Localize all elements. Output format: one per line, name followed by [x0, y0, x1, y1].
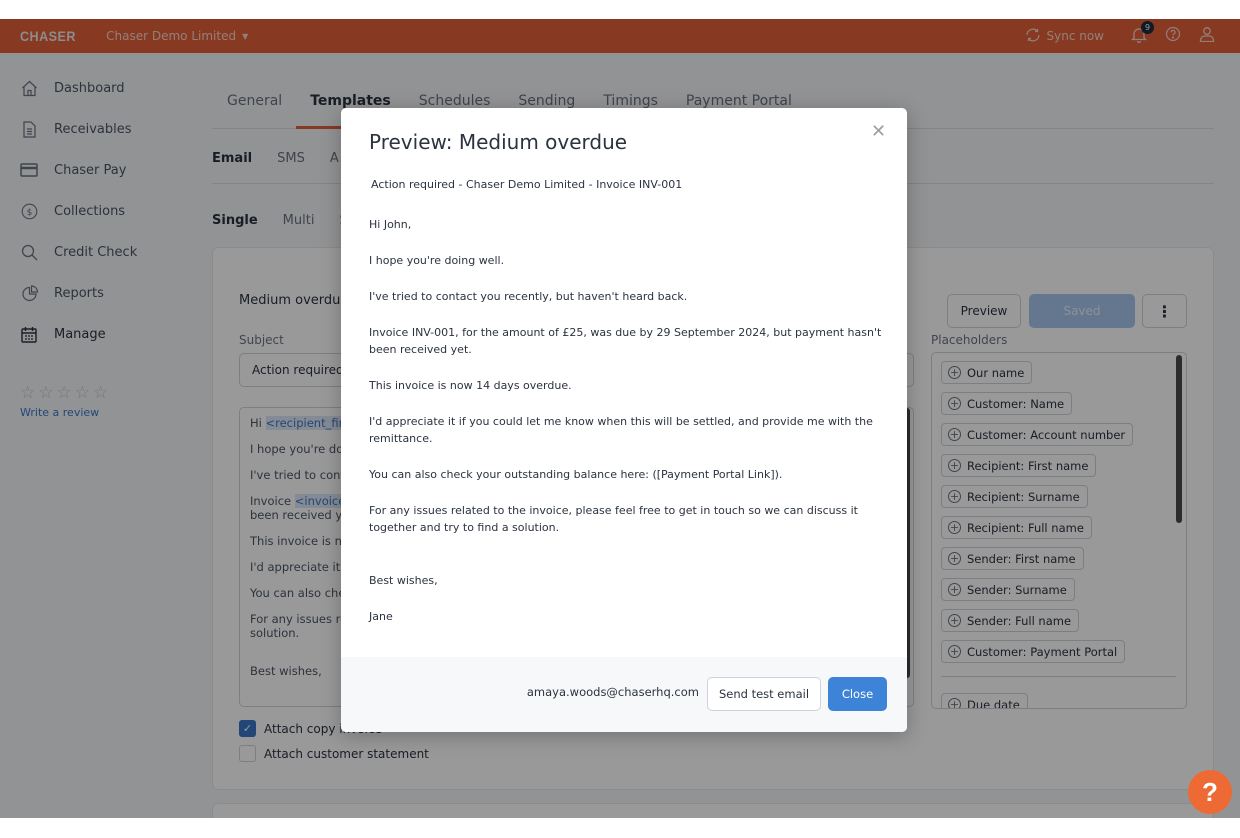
send-test-email-button[interactable]: Send test email — [707, 677, 821, 711]
email-subject: Action required - Chaser Demo Limited - … — [371, 178, 683, 191]
email-signature: Jane — [369, 610, 393, 623]
email-paragraph: I'd appreciate it if you could let me kn… — [369, 415, 873, 445]
close-button[interactable]: Close — [828, 677, 887, 711]
email-paragraph: This invoice is now 14 days overdue. — [369, 379, 572, 392]
email-paragraph: Invoice INV-001, for the amount of £25, … — [369, 326, 882, 356]
help-chat-button[interactable]: ? — [1188, 770, 1232, 814]
email-paragraph: I hope you're doing well. — [369, 254, 505, 267]
close-icon[interactable]: ✕ — [871, 123, 887, 141]
app-root: CHASER Chaser Demo Limited ▼ Sync now 9 — [0, 19, 1240, 818]
modal-footer: amaya.woods@chaserhq.com Send test email… — [341, 657, 907, 732]
email-paragraph: You can also check your outstanding bala… — [369, 468, 783, 481]
modal-title: Preview: Medium overdue — [369, 130, 628, 154]
email-signoff: Best wishes, — [369, 574, 438, 587]
test-email-address: amaya.woods@chaserhq.com — [526, 685, 699, 699]
preview-modal: Preview: Medium overdue ✕ Action require… — [341, 108, 907, 732]
email-body: Hi John, I hope you're doing well. I've … — [369, 216, 889, 644]
email-paragraph: For any issues related to the invoice, p… — [369, 504, 858, 534]
email-greeting: Hi John, — [369, 218, 412, 231]
email-paragraph: I've tried to contact you recently, but … — [369, 290, 688, 303]
